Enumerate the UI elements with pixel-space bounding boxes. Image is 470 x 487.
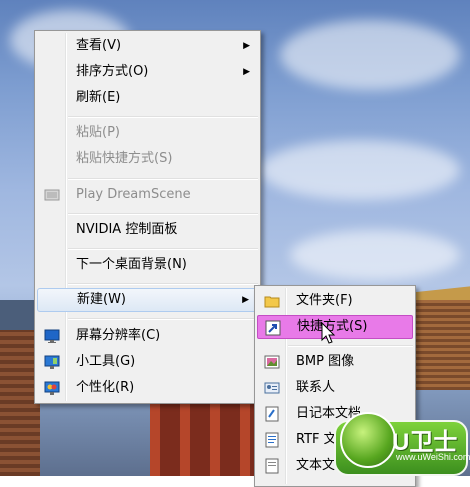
menu-item-paste[interactable]: 粘贴(P)	[37, 121, 258, 145]
menu-item-label: BMP 图像	[296, 354, 355, 369]
menu-item-new[interactable]: 新建(W) ▶	[37, 288, 258, 312]
menu-item-next-desktop-background[interactable]: 下一个桌面背景(N)	[37, 253, 258, 277]
cloud	[290, 230, 460, 280]
cloud	[280, 20, 460, 90]
submenu-item-bmp-image[interactable]: BMP 图像	[257, 350, 413, 374]
contact-icon	[264, 382, 280, 394]
logo-ball-icon	[340, 412, 396, 468]
submenu-arrow-icon: ▶	[243, 41, 250, 51]
menu-item-label: 查看(V)	[76, 38, 122, 53]
menu-item-label: 下一个桌面背景(N)	[76, 257, 187, 272]
rtf-document-icon	[265, 432, 279, 448]
journal-icon	[265, 406, 279, 422]
menu-item-label: 文件夹(F)	[296, 293, 353, 308]
menu-item-label: 粘贴(P)	[76, 125, 120, 140]
menu-item-label: 小工具(G)	[76, 354, 136, 369]
menu-item-label: NVIDIA 控制面板	[76, 222, 178, 237]
text-document-icon	[265, 458, 279, 474]
menu-item-paste-shortcut[interactable]: 粘贴快捷方式(S)	[37, 147, 258, 171]
submenu-item-folder[interactable]: 文件夹(F)	[257, 289, 413, 313]
menu-item-screen-resolution[interactable]: 屏幕分辨率(C)	[37, 324, 258, 348]
menu-item-refresh[interactable]: 刷新(E)	[37, 86, 258, 110]
menu-item-label: 粘贴快捷方式(S)	[76, 151, 173, 166]
logo-url-text: www.uWeiShi.com	[396, 452, 470, 462]
menu-item-label: 刷新(E)	[76, 90, 121, 105]
menu-item-label: 联系人	[296, 380, 336, 395]
menu-item-personalize[interactable]: 个性化(R)	[37, 376, 258, 400]
menu-separator	[288, 345, 413, 347]
submenu-arrow-icon: ▶	[242, 295, 249, 305]
personalize-icon	[44, 381, 60, 395]
menu-item-sort-by[interactable]: 排序方式(O) ▶	[37, 60, 258, 84]
submenu-item-contact[interactable]: 联系人	[257, 376, 413, 400]
menu-separator	[68, 318, 258, 320]
menu-separator	[68, 213, 258, 215]
menu-item-label: 个性化(R)	[76, 380, 135, 395]
desktop-context-menu: 查看(V) ▶ 排序方式(O) ▶ 刷新(E) 粘贴(P) 粘贴快捷方式(S) …	[34, 30, 261, 404]
bmp-image-icon	[264, 355, 280, 369]
menu-separator	[68, 178, 258, 180]
menu-item-label: Play DreamScene	[76, 187, 191, 202]
mouse-cursor-icon	[321, 322, 336, 344]
menu-item-label: 新建(W)	[77, 292, 126, 307]
gadgets-icon	[44, 355, 60, 369]
shortcut-icon	[265, 320, 281, 336]
watermark-logo: U卫士 www.uWeiShi.com	[334, 412, 470, 476]
monitor-icon	[44, 329, 60, 343]
dreamscene-icon	[44, 189, 60, 201]
menu-item-label: 排序方式(O)	[76, 64, 149, 79]
menu-item-view[interactable]: 查看(V) ▶	[37, 34, 258, 58]
menu-item-label: 屏幕分辨率(C)	[76, 328, 161, 343]
menu-item-gadgets[interactable]: 小工具(G)	[37, 350, 258, 374]
menu-item-nvidia-control-panel[interactable]: NVIDIA 控制面板	[37, 218, 258, 242]
folder-icon	[264, 296, 280, 308]
submenu-arrow-icon: ▶	[243, 67, 250, 77]
menu-separator	[68, 248, 258, 250]
cloud	[260, 140, 460, 200]
menu-item-play-dreamscene[interactable]: Play DreamScene	[37, 183, 258, 207]
menu-separator	[68, 116, 258, 118]
menu-separator	[68, 283, 258, 285]
